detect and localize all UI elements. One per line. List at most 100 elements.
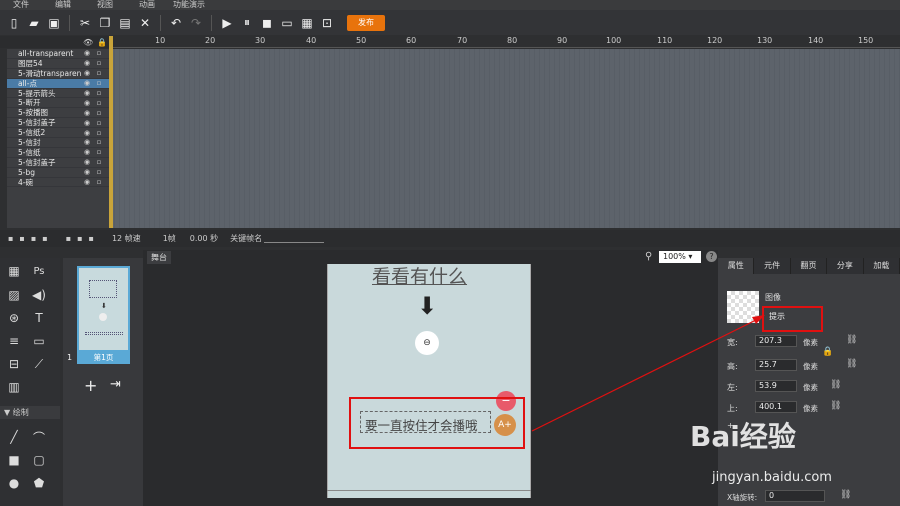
photoshop-icon[interactable]: Ps [31,264,47,278]
video-icon[interactable]: ⊛ [6,311,22,325]
line-tool-icon[interactable]: ╱ [6,430,22,444]
playhead[interactable] [109,36,113,228]
link-icon[interactable]: ⛓ [830,380,841,390]
delete-layer-icon[interactable]: ▪ [31,234,36,243]
copy-icon[interactable]: ❐ [97,15,113,31]
eye-icon[interactable]: ◉ [81,168,93,176]
layer-row[interactable]: 5-信纸2 ◉ ▫ [7,128,110,139]
eye-icon[interactable]: ◉ [81,99,93,107]
lock-icon[interactable]: ▫ [93,119,105,127]
tab-component[interactable]: 元件 [754,258,791,274]
cut-icon[interactable]: ✂ [77,15,93,31]
menu-demo[interactable]: 功能演示 [168,0,210,10]
image-icon[interactable]: ▨ [6,288,22,302]
tab-properties[interactable]: 属性 [718,258,755,274]
audio-icon[interactable]: ◀) [31,288,47,302]
import-page-icon[interactable]: ⇥ [110,377,121,392]
lock-icon[interactable]: ▫ [93,168,105,176]
grid-icon[interactable]: ▦ [6,264,22,278]
eye-icon[interactable]: ◉ [81,129,93,137]
layer-row[interactable]: 5-信封盖子 ◉ ▫ [7,158,110,168]
eye-icon[interactable]: ◉ [81,89,93,97]
open-icon[interactable]: ▰ [26,15,42,31]
add-page-icon[interactable]: + [84,376,97,395]
play-icon[interactable]: ▶ [219,15,235,31]
eye-icon[interactable]: ◉ [81,148,93,156]
layer-row[interactable]: 5-bg ◉ ▫ [7,168,110,178]
eye-icon[interactable]: ◉ [81,158,93,166]
layer-row[interactable]: 5-信封 ◉ ▫ [7,138,110,148]
page-thumbnail[interactable]: ⬇ [77,266,130,352]
layer-option-icon[interactable]: ▪ [42,234,47,243]
circle-tool-icon[interactable]: ● [6,476,22,490]
lock-icon[interactable]: ▫ [93,89,105,97]
keyframe-name-input[interactable] [264,234,325,243]
add-folder-icon[interactable]: ▪ [19,234,24,243]
lock-icon[interactable]: ▫ [93,69,105,77]
lock-icon[interactable]: ▫ [93,138,105,146]
lock-icon[interactable]: ▫ [93,148,105,156]
link-icon[interactable]: ⛓ [846,335,857,345]
tab-share[interactable]: 分享 [827,258,864,274]
layer-row[interactable]: 5-信纸 ◉ ▫ [7,148,110,158]
export-icon[interactable]: ⊡ [319,15,335,31]
menu-animation[interactable]: 动画 [126,0,168,10]
eye-icon[interactable]: ◉ [81,69,93,77]
eye-header-icon[interactable]: 👁 [83,38,93,47]
lock-icon[interactable]: ▫ [93,79,105,87]
x-rotation-field[interactable]: 0 [765,490,825,502]
rect-tool-icon[interactable]: ■ [6,453,22,467]
timeline-ruler[interactable]: 10 20 30 40 50 60 70 80 90 100 110 120 1… [110,36,900,48]
eye-icon[interactable]: ◉ [81,109,93,117]
frame-grid[interactable] [110,49,900,228]
tab-loading[interactable]: 加载 [864,258,900,274]
menu-file[interactable]: 文件 [0,0,42,10]
rounded-rect-tool-icon[interactable]: ▢ [31,453,47,467]
layer-row[interactable]: all-transparent ◉ ▫ [7,49,110,59]
layer-row[interactable]: 5-断开 ◉ ▫ [7,98,110,109]
link-icon[interactable]: ⛓ [846,359,857,369]
lock-icon[interactable]: ▫ [93,178,105,186]
text-icon[interactable]: T [31,311,47,325]
eye-icon[interactable]: ◉ [81,178,93,186]
chart-icon[interactable]: ⟋ [31,357,47,371]
stop-icon[interactable]: ◼ [259,15,275,31]
layer-row[interactable]: 图层54 ◉ ▫ [7,59,110,69]
lock-header-icon[interactable]: 🔒 [97,38,107,47]
frame-tool-icon[interactable]: ▪ [77,234,82,243]
down-arrow-icon[interactable]: ⬇ [417,292,437,320]
paste-icon[interactable]: ▤ [117,15,133,31]
eye-icon[interactable]: ◉ [81,138,93,146]
paragraph-icon[interactable]: ≡ [6,334,22,348]
tab-pageflip[interactable]: 翻页 [791,258,828,274]
polygon-tool-icon[interactable]: ⬟ [31,476,47,490]
frame-tool-icon[interactable]: ▪ [89,234,94,243]
layer-row-selected[interactable]: all-点 ◉ ▫ [7,79,110,89]
layer-row[interactable]: 4-碗 ◉ ▫ [7,178,110,188]
undo-icon[interactable]: ↶ [168,15,184,31]
frame-tool-icon[interactable]: ▪ [66,234,71,243]
layer-row[interactable]: 5-滑动transparen ◉ ▫ [7,69,110,79]
lock-icon[interactable]: ▫ [93,99,105,107]
eye-icon[interactable]: ◉ [81,79,93,87]
lock-icon[interactable]: ▫ [93,129,105,137]
publish-button[interactable]: 发布 [347,14,385,31]
help-icon[interactable]: ? [706,251,717,262]
pause-icon[interactable]: ⏸ [239,15,255,31]
zoom-select[interactable]: 100% ▾ [659,251,701,263]
menu-view[interactable]: 视图 [84,0,126,10]
redo-icon[interactable]: ↷ [188,15,204,31]
barcode-icon[interactable]: ▥ [6,380,22,394]
layer-row[interactable]: 5-按播图 ◉ ▫ [7,108,110,119]
add-layer-icon[interactable]: ▪ [8,234,13,243]
curve-tool-icon[interactable]: ⌒ [31,430,47,445]
new-file-icon[interactable]: ▯ [6,15,22,31]
scroll-dot-icon[interactable]: ⊖ [415,331,439,355]
layer-row[interactable]: 5-信封盖子 ◉ ▫ [7,118,110,129]
eye-icon[interactable]: ◉ [81,119,93,127]
eye-icon[interactable]: ◉ [81,49,93,57]
lock-icon[interactable]: ▫ [93,158,105,166]
delete-icon[interactable]: ✕ [137,15,153,31]
draw-section-header[interactable]: ▼ 绘制 [0,406,60,419]
lock-icon[interactable]: ▫ [93,59,105,67]
